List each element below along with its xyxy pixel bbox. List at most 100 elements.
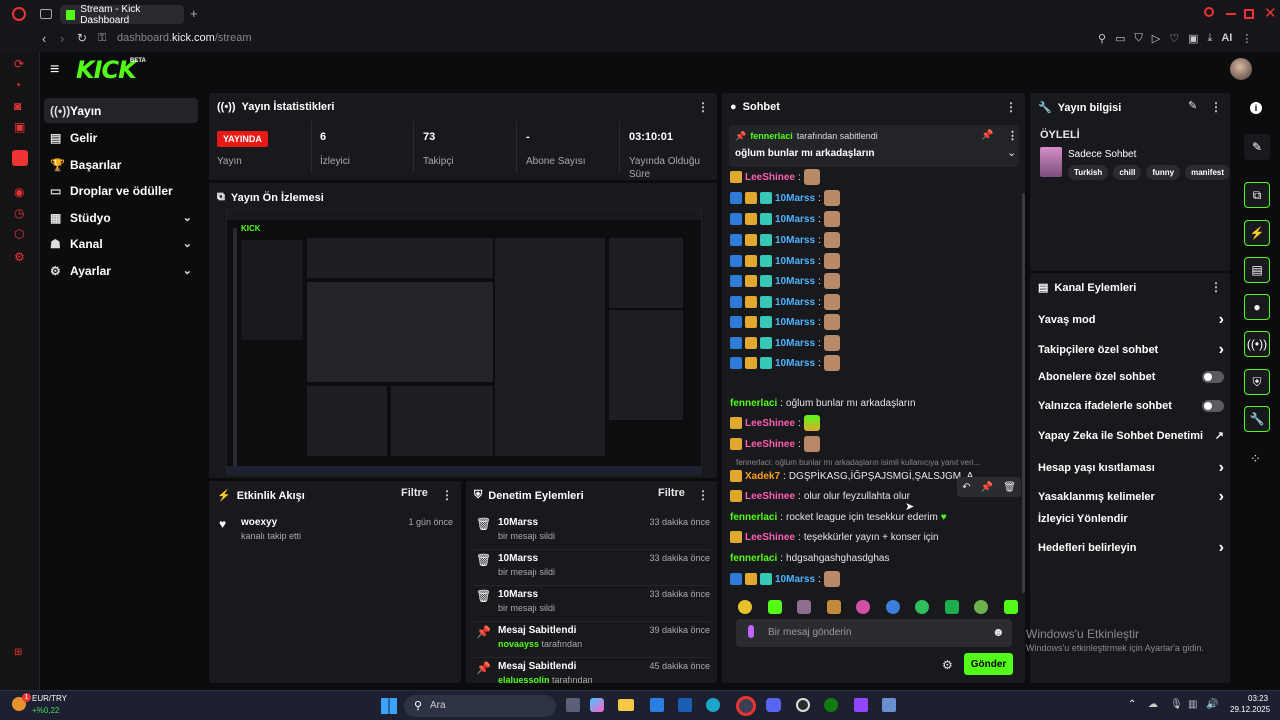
minimize-icon[interactable] — [1226, 13, 1236, 15]
back-icon[interactable]: ‹ — [42, 31, 46, 46]
sidebar-more-icon[interactable]: ⊞ — [14, 647, 22, 658]
chat-message[interactable]: 10Marss: — [730, 251, 840, 271]
emote-green-icon[interactable] — [767, 600, 782, 614]
delete-icon[interactable]: 🗑 — [1003, 482, 1016, 493]
start-button-icon[interactable] — [381, 698, 397, 714]
avatar[interactable] — [1230, 58, 1252, 80]
channel-action-row[interactable]: Yapay Zeka ile Sohbet Denetimi ↗ — [1038, 429, 1224, 443]
chat-settings-icon[interactable]: ⚙ — [942, 658, 953, 672]
chat-username[interactable]: fennerlaci — [730, 553, 777, 564]
chat-message[interactable]: LeeShinee: — [730, 413, 820, 433]
rail-edit-button[interactable]: ✎ — [1244, 134, 1270, 160]
hamburger-icon[interactable]: ≡ — [50, 61, 59, 79]
snapshot-icon[interactable]: ▭ — [1115, 32, 1125, 45]
nav-item-1[interactable]: ▤ Gelir — [44, 125, 198, 150]
sidebar-extensions-icon[interactable]: ⬡ — [14, 227, 24, 241]
chat-username[interactable]: 10Marss — [775, 276, 815, 287]
emote-box-icon[interactable] — [826, 600, 841, 614]
download-icon[interactable]: ⤓ — [1207, 32, 1212, 45]
nav-item-5[interactable]: ☗ Kanal ⌄ — [44, 231, 198, 256]
emote-pink-icon[interactable] — [856, 600, 871, 614]
sidebar-news-icon[interactable]: ▣ — [14, 120, 25, 134]
toggle-switch[interactable] — [1202, 400, 1224, 412]
chat-username[interactable]: 10Marss — [775, 358, 815, 369]
chat-scrollbar[interactable] — [1022, 193, 1025, 593]
tag-pill[interactable]: chill — [1113, 165, 1142, 180]
outlook-icon[interactable] — [678, 698, 692, 712]
wallet-toolbar-icon[interactable]: ▣ — [1188, 32, 1198, 45]
twitch-taskbar-icon[interactable] — [854, 698, 868, 712]
channel-action-row[interactable]: Takipçilere özel sohbet › — [1038, 341, 1224, 359]
taskbar-search[interactable]: ⚲ Ara — [404, 695, 556, 717]
chat-username[interactable]: 10Marss — [775, 256, 815, 267]
maximize-icon[interactable] — [1244, 9, 1254, 19]
mod-user[interactable]: elaluessolin — [498, 675, 550, 683]
opera-taskbar-icon[interactable] — [736, 696, 756, 716]
stats-menu-icon[interactable]: ⋮ — [697, 100, 709, 114]
rail-chat-button[interactable]: ● — [1244, 294, 1270, 320]
nav-item-0[interactable]: ((•)) Yayın — [44, 98, 198, 123]
emote-phone-icon[interactable] — [944, 600, 959, 614]
emote-ball-icon[interactable] — [974, 600, 989, 614]
chat-username[interactable]: 10Marss — [775, 317, 815, 328]
chat-message[interactable]: LeeShinee: teşekkürler yayın + konser içi… — [730, 527, 939, 547]
sidebar-history-icon[interactable]: ◷ — [14, 206, 24, 220]
rail-broadcast-button[interactable]: ((•)) — [1244, 331, 1270, 357]
file-explorer-icon[interactable] — [618, 699, 634, 711]
sidebar-messenger-icon[interactable]: ◔ — [14, 78, 21, 92]
stream-preview-video[interactable]: KICK — [226, 209, 702, 475]
ca-menu-icon[interactable]: ⋮ — [1210, 280, 1222, 294]
xbox-icon[interactable] — [824, 698, 838, 712]
emote-globe-icon[interactable] — [885, 600, 900, 614]
opera-logo-icon[interactable] — [12, 7, 26, 21]
tag-pill[interactable]: manifest — [1185, 165, 1230, 180]
rail-preview-button[interactable]: ⧉ — [1244, 182, 1270, 208]
emote-goggles-icon[interactable] — [915, 600, 930, 614]
cloud-icon[interactable]: ☁ — [1148, 699, 1158, 710]
tab-manager-icon[interactable] — [40, 9, 52, 19]
reply-icon[interactable]: ↶ — [962, 482, 970, 493]
kick-logo[interactable]: KICK — [76, 56, 137, 84]
pin-page-icon[interactable]: ⚲ — [1098, 32, 1106, 45]
chat-message[interactable]: 10Marss: — [730, 333, 840, 353]
chat-message[interactable]: 10Marss: — [730, 569, 840, 589]
edit-info-icon[interactable]: ✎ — [1188, 99, 1197, 112]
toggle-switch[interactable] — [1202, 371, 1224, 383]
chat-message[interactable]: fennerlaci: oğlum bunlar mı arkadaşların — [730, 393, 916, 413]
chat-username[interactable]: fennerlaci — [730, 398, 777, 409]
chat-username[interactable]: 10Marss — [775, 214, 815, 225]
ai-button[interactable]: AI — [1221, 32, 1232, 45]
chat-message[interactable]: 10Marss: — [730, 188, 840, 208]
channel-action-row[interactable]: Yasaklanmış kelimeler › — [1038, 488, 1224, 506]
channel-action-row[interactable]: Hesap yaşı kısıtlaması › — [1038, 459, 1224, 477]
network-icon[interactable]: ▥ — [1188, 699, 1197, 710]
chat-username[interactable]: LeeShinee — [745, 491, 795, 502]
tag-pill[interactable]: Turkish — [1068, 165, 1109, 180]
chat-username[interactable]: 10Marss — [775, 235, 815, 246]
heart-icon[interactable]: ♡ — [1169, 32, 1179, 45]
sidebar-player-icon[interactable]: ◉ — [14, 185, 24, 199]
chat-message[interactable]: 10Marss: — [730, 312, 840, 332]
info-icon[interactable]: i — [1250, 102, 1262, 114]
clock-date[interactable]: 29.12.2025 — [1230, 705, 1270, 714]
mic-icon[interactable] — [748, 625, 754, 638]
pinned-message[interactable]: 📌 fennerlaci tarafından sabitlendi oğlum… — [729, 125, 1019, 167]
nav-item-3[interactable]: ▭ Droplar ve ödüller — [44, 178, 198, 203]
discord-icon[interactable] — [766, 698, 781, 712]
chat-username[interactable]: LeeShinee — [745, 172, 795, 183]
chat-username[interactable]: Xadek7 — [745, 471, 780, 482]
channel-action-row[interactable]: Yalnızca ifadelerle sohbet — [1038, 400, 1224, 412]
pin-message-icon[interactable]: 📌 — [981, 482, 993, 493]
clock-time[interactable]: 03:23 — [1248, 694, 1268, 703]
pinned-menu-icon[interactable]: ⋮ — [1007, 129, 1018, 142]
tag-pill[interactable]: funny — [1146, 165, 1181, 180]
chat-message[interactable]: Xadek7: DGŞPİKASG,İĞPŞAJSMGİ,ŞALSJGM,,A — [730, 466, 973, 486]
menu-icon[interactable]: ⋮ — [1241, 32, 1252, 45]
emoji-icon[interactable]: ☻ — [992, 625, 1005, 639]
chat-message[interactable]: LeeShinee: — [730, 434, 820, 454]
chat-username[interactable]: fennerlaci — [730, 512, 777, 523]
chat-message[interactable]: 10Marss: — [730, 292, 840, 312]
chat-username[interactable]: 10Marss — [775, 297, 815, 308]
mic-tray-icon[interactable]: 🎙 — [1170, 699, 1183, 710]
rail-notes-button[interactable]: ▤ — [1244, 257, 1270, 283]
